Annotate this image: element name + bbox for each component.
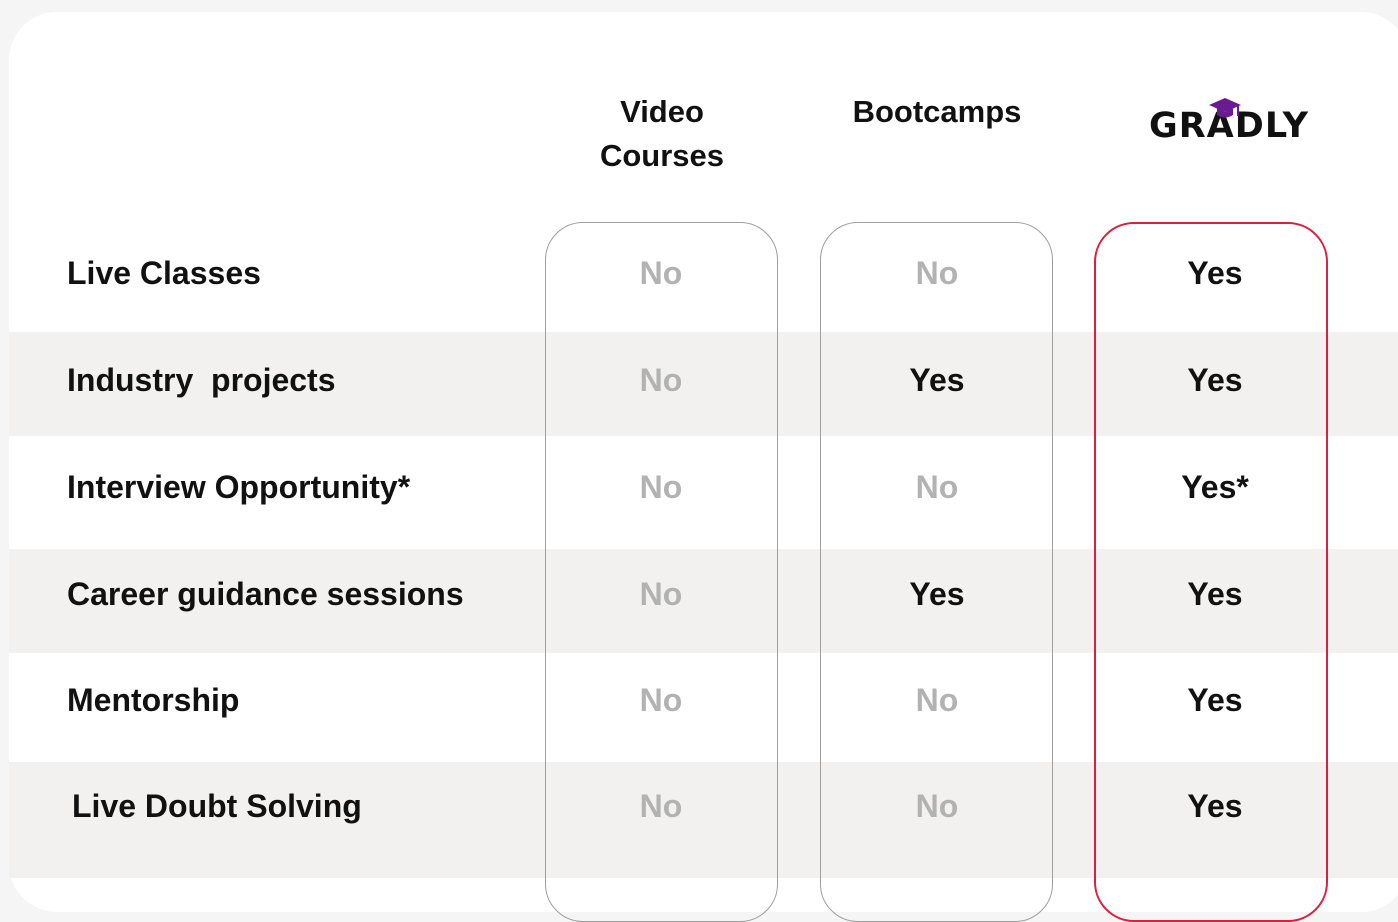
row-label: Career guidance sessions [67, 576, 464, 612]
video-cell: No [639, 255, 683, 291]
gradly-logo: GRADLY [1149, 98, 1329, 152]
gradly-cell: Yes [1187, 788, 1243, 824]
row-label: Live Doubt Solving [72, 788, 362, 824]
video-cell: No [639, 576, 683, 612]
gradly-cell: Yes [1187, 576, 1243, 612]
bootcamp-cell: No [915, 682, 959, 718]
row-label: Live Classes [67, 255, 261, 291]
gradly-cell: Yes [1187, 255, 1243, 291]
bootcamp-cell: Yes [909, 362, 965, 398]
video-courses-header: Video Courses [599, 94, 725, 173]
video-cell: No [639, 788, 683, 824]
row-label: Industry projects [67, 362, 336, 398]
video-cell: No [639, 469, 683, 505]
bootcamp-cell: Yes [909, 576, 965, 612]
video-cell: No [639, 682, 683, 718]
bootcamp-cell: No [915, 788, 959, 824]
bootcamp-cell: No [915, 255, 959, 291]
row-label: Interview Opportunity* [67, 469, 411, 505]
gradly-cell: Yes* [1181, 469, 1249, 505]
bootcamp-cell: No [915, 469, 959, 505]
graduation-cap-icon [1209, 98, 1241, 118]
bootcamps-header: Bootcamps [852, 94, 1022, 129]
row-label: Mentorship [67, 682, 240, 718]
gradly-cell: Yes [1187, 682, 1243, 718]
video-cell: No [639, 362, 683, 398]
gradly-cell: Yes [1187, 362, 1243, 398]
